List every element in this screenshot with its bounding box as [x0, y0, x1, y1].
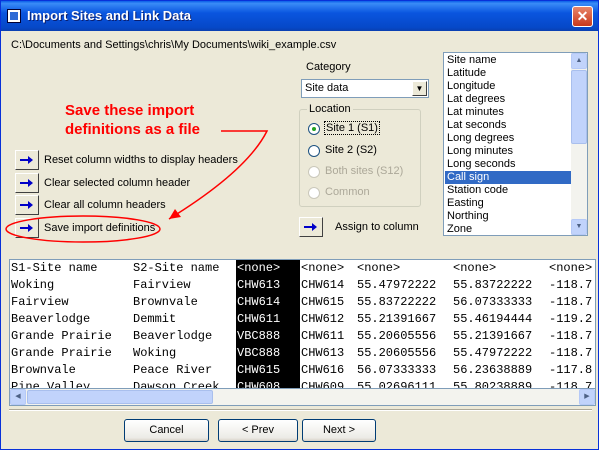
grid-cell: 55.83722222 — [453, 278, 533, 292]
grid-cell: Dawson Creek — [133, 380, 220, 389]
grid-cell: CHW609 — [301, 380, 345, 389]
grid-cell: Fairview — [133, 278, 191, 292]
grid-column[interactable]: <none> 55.47972222 55.83722222 55.21391667 5… — [356, 260, 452, 389]
grid-column[interactable]: <none> -118.7 -118.7 -119.2 -118.7 -118.7 -117… — [548, 260, 595, 389]
grid-cell: Peace River — [133, 363, 213, 377]
grid-cell: 55.20605556 — [357, 346, 437, 360]
grid-cell: CHW615 — [237, 363, 281, 377]
column-header[interactable]: <none> — [236, 260, 300, 277]
grid-cell: 56.23638889 — [453, 363, 533, 377]
grid-cell: 55.47972222 — [357, 278, 437, 292]
next-button[interactable]: Next > — [302, 419, 376, 442]
grid-cell: -118.7 — [549, 346, 593, 360]
cancel-button[interactable]: Cancel — [124, 419, 209, 442]
grid-cell: 55.46194444 — [453, 312, 533, 326]
column-header[interactable]: <none> — [452, 260, 548, 277]
grid-cell: 55.20605556 — [357, 329, 437, 343]
column-header[interactable]: S2-Site name — [132, 260, 236, 277]
grid-cell: CHW615 — [301, 295, 345, 309]
annotation-text: Save these import definitions as a file — [65, 101, 200, 139]
grid-cell: Pine Valley — [11, 380, 91, 389]
grid-cell: CHW611 — [237, 312, 281, 326]
grid-cell: CHW616 — [301, 363, 345, 377]
column-header[interactable]: <none> — [548, 260, 595, 277]
grid-cell: CHW613 — [301, 346, 345, 360]
grid-cell: 56.07333333 — [357, 363, 437, 377]
grid-column[interactable]: S2-Site name Fairview Brownvale Demmit Beave… — [132, 260, 236, 389]
grid-cell: Brownvale — [11, 363, 76, 377]
grid-cell: CHW614 — [237, 295, 281, 309]
column-header[interactable]: S1-Site name — [10, 260, 132, 277]
horizontal-scrollbar[interactable]: ◀ ▶ — [9, 389, 596, 406]
grid-cell: VBC888 — [237, 329, 281, 343]
grid-cell: 55.80238889 — [453, 380, 533, 389]
annotation-line2: definitions as a file — [65, 121, 201, 138]
highlight-ellipse — [5, 215, 161, 243]
grid-cell: 55.47972222 — [453, 346, 533, 360]
grid-column[interactable]: <none> CHW614 CHW615 CHW612 CHW611 CHW613 CHW6… — [300, 260, 356, 389]
import-dialog: Import Sites and Link Data ✕ C:\Document… — [0, 0, 599, 450]
grid-cell: 55.21391667 — [453, 329, 533, 343]
data-preview-grid[interactable]: S1-Site name Woking Fairview Beaverlodge Gra… — [9, 259, 596, 389]
grid-cell: CHW608 — [237, 380, 281, 389]
prev-button[interactable]: < Prev — [218, 419, 298, 442]
grid-cell: Beaverlodge — [133, 329, 213, 343]
grid-cell: Demmit — [133, 312, 177, 326]
divider — [9, 409, 592, 411]
grid-cell: -118.7 — [549, 329, 593, 343]
grid-cell: Beaverlodge — [11, 312, 91, 326]
grid-cell: VBC888 — [237, 346, 281, 360]
grid-cell: Brownvale — [133, 295, 198, 309]
grid-cell: CHW613 — [237, 278, 281, 292]
grid-cell: -118.7 — [549, 278, 593, 292]
grid-cell: -119.2 — [549, 312, 593, 326]
grid-cell: Grande Prairie — [11, 346, 112, 360]
grid-cell: Woking — [133, 346, 177, 360]
grid-cell: -118.7 — [549, 380, 593, 389]
scroll-right-button[interactable]: ▶ — [579, 389, 595, 405]
grid-cell: 56.07333333 — [453, 295, 533, 309]
grid-column[interactable]: <none> 55.83722222 56.07333333 55.46194444 5… — [452, 260, 548, 389]
grid-cell: -117.8 — [549, 363, 593, 377]
grid-column[interactable]: S1-Site name Woking Fairview Beaverlodge Gra… — [10, 260, 132, 389]
scroll-left-button[interactable]: ◀ — [10, 389, 26, 405]
column-header[interactable]: <none> — [300, 260, 356, 277]
grid-cell: CHW614 — [301, 278, 345, 292]
grid-cell: CHW611 — [301, 329, 345, 343]
grid-cell: CHW612 — [301, 312, 345, 326]
annotation-arrow-line — [168, 130, 269, 220]
grid-cell: Fairview — [11, 295, 69, 309]
grid-cell: 55.83722222 — [357, 295, 437, 309]
grid-cell: Woking — [11, 278, 55, 292]
grid-column[interactable]: <none> CHW613 CHW614 CHW611 VBC888 VBC888 CHW6… — [236, 260, 300, 389]
annotation-arrowhead — [169, 209, 181, 219]
column-header[interactable]: <none> — [356, 260, 452, 277]
grid-cell: Grande Prairie — [11, 329, 112, 343]
grid-cell: -118.7 — [549, 295, 593, 309]
grid-cell: 55.21391667 — [357, 312, 437, 326]
scroll-thumb[interactable] — [27, 390, 213, 404]
grid-cell: 55.02696111 — [357, 380, 437, 389]
annotation-line1: Save these import — [65, 102, 195, 119]
